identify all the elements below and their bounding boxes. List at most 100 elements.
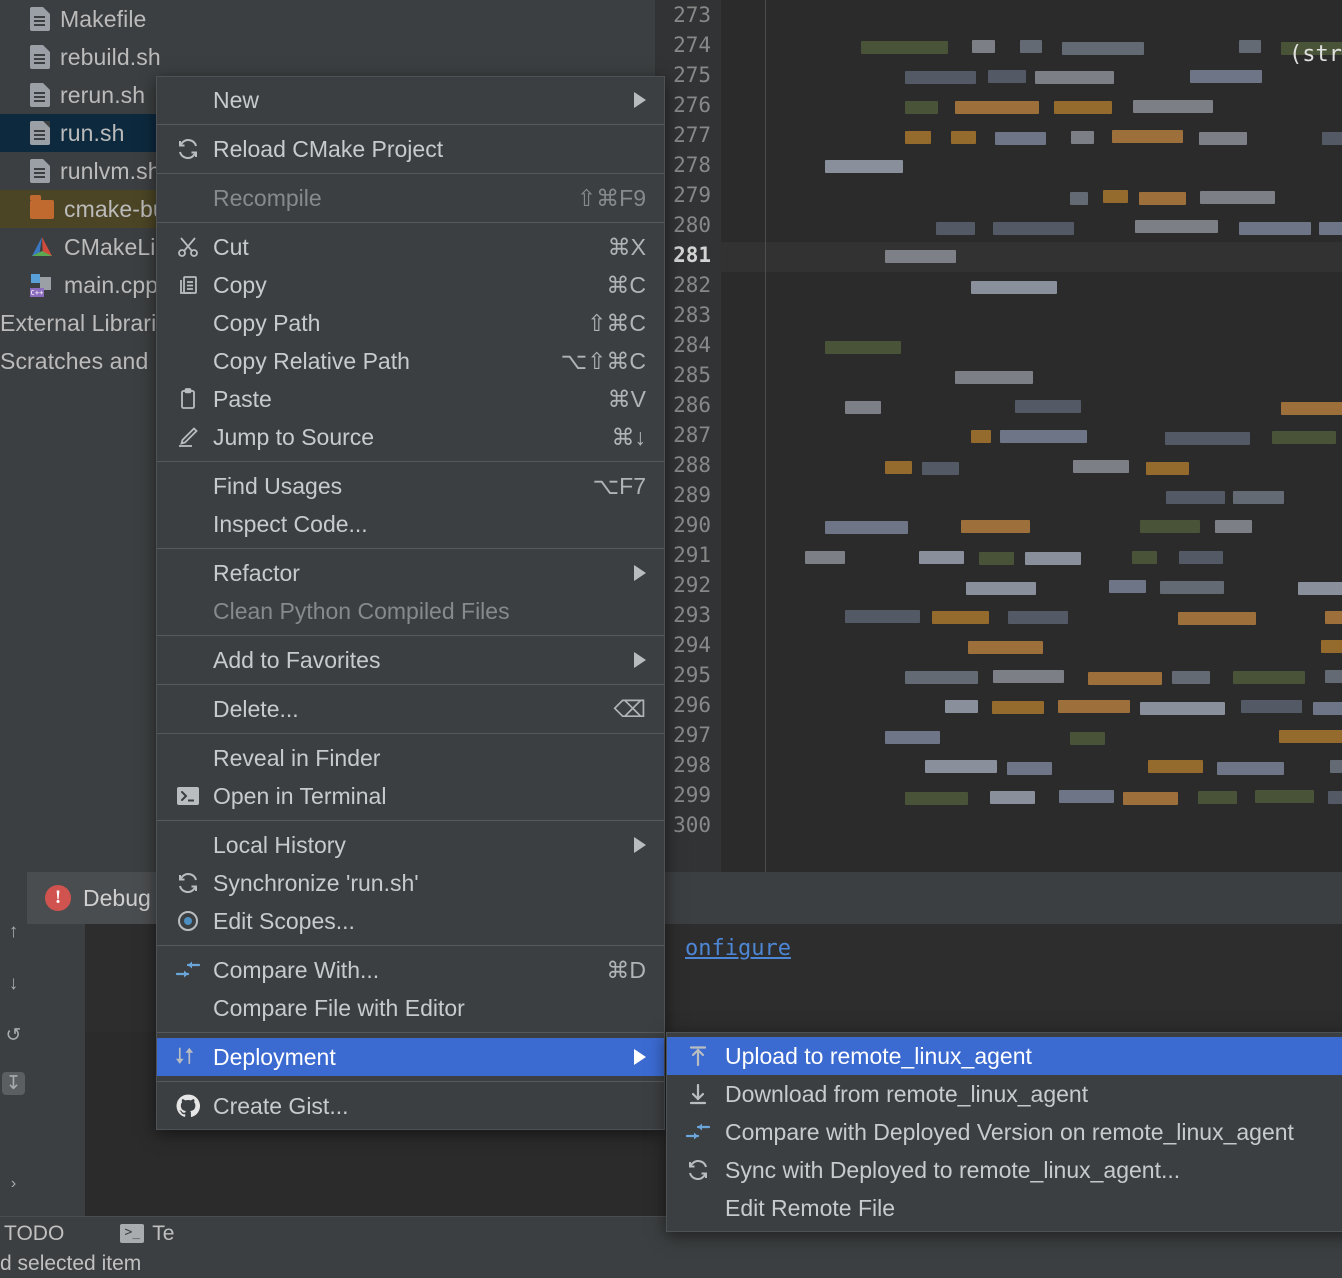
menu-separator [157, 548, 664, 549]
menu-item-deployment[interactable]: Deployment [157, 1038, 664, 1076]
menu-item-inspect-code[interactable]: Inspect Code... [157, 505, 664, 543]
line-number: 273 [673, 3, 711, 27]
menu-item-shortcut: ⌘X [607, 233, 646, 260]
menu-item-shortcut: ⌥⇧⌘C [560, 347, 646, 374]
menu-item-local-history[interactable]: Local History [157, 826, 664, 864]
chevron-right-icon [634, 1049, 646, 1065]
menu-item-label: Add to Favorites [213, 646, 381, 673]
menu-item-paste[interactable]: Paste ⌘V [157, 380, 664, 418]
file-icon [30, 121, 50, 145]
submenu-item-edit-remote-file[interactable]: Edit Remote File [667, 1189, 1342, 1227]
menu-item-recompile: Recompile ⇧⌘F9 [157, 179, 664, 217]
file-context-menu[interactable]: New Reload CMake Project Recompile ⇧⌘F9 Cut ⌘… [156, 76, 665, 1130]
menu-item-label: Synchronize 'run.sh' [213, 869, 419, 896]
code-token-blurred [1070, 192, 1088, 205]
submenu-item-compare-with-deployed-version-on-remote-linux-agent[interactable]: Compare with Deployed Version on remote_… [667, 1113, 1342, 1151]
step-up-icon[interactable]: ↑ [2, 920, 25, 943]
code-token-blurred [1178, 612, 1256, 625]
menu-separator [157, 635, 664, 636]
menu-item-label: Find Usages [213, 472, 343, 499]
status-item-todo-label: TODO [4, 1221, 65, 1245]
folder-icon [30, 194, 54, 219]
status-item-todo[interactable]: TODO [4, 1222, 64, 1246]
menu-item-shortcut: ⌥F7 [592, 472, 646, 499]
code-token-blurred [979, 552, 1014, 565]
menu-item-clean-python-compiled-files: Clean Python Compiled Files [157, 592, 664, 630]
submenu-item-download-from-remote-linux-agent[interactable]: Download from remote_linux_agent [667, 1075, 1342, 1113]
console-configure-link[interactable]: onfigure [685, 936, 791, 961]
menu-item-cut[interactable]: Cut ⌘X [157, 228, 664, 266]
menu-item-compare-with[interactable]: Compare With... ⌘D [157, 951, 664, 989]
menu-item-label: Compare With... [213, 956, 380, 983]
code-token-blurred [990, 791, 1035, 804]
rerun-icon[interactable]: ↺ [2, 1024, 25, 1047]
tree-item-makefile[interactable]: Makefile [0, 0, 200, 38]
code-token-blurred [1233, 671, 1305, 684]
download-icon[interactable]: ↧ [2, 1072, 25, 1095]
terminal-icon: >_ [120, 1224, 145, 1243]
cmake-icon [30, 235, 54, 259]
reload-icon [175, 136, 201, 162]
step-down-icon[interactable]: ↓ [2, 972, 25, 995]
code-token-blurred [925, 760, 997, 773]
code-token-blurred [971, 281, 1057, 294]
code-token-blurred [1059, 790, 1114, 803]
menu-item-delete[interactable]: Delete... ⌫ [157, 690, 664, 728]
code-token-blurred [1199, 132, 1247, 145]
menu-item-find-usages[interactable]: Find Usages ⌥F7 [157, 467, 664, 505]
menu-item-copy-relative-path[interactable]: Copy Relative Path ⌥⇧⌘C [157, 342, 664, 380]
code-token-blurred [1140, 520, 1200, 533]
menu-item-edit-scopes[interactable]: Edit Scopes... [157, 902, 664, 940]
code-token-blurred [951, 131, 976, 144]
menu-item-reveal-in-finder[interactable]: Reveal in Finder [157, 739, 664, 777]
menu-separator [157, 1081, 664, 1082]
menu-item-copy-path[interactable]: Copy Path ⇧⌘C [157, 304, 664, 342]
code-token-blurred [905, 671, 978, 684]
code-token-blurred [1241, 700, 1302, 713]
menu-item-add-to-favorites[interactable]: Add to Favorites [157, 641, 664, 679]
menu-item-jump-to-source[interactable]: Jump to Source ⌘↓ [157, 418, 664, 456]
tree-item-rebuild-sh[interactable]: rebuild.sh [0, 38, 200, 76]
menu-item-compare-file-with-editor[interactable]: Compare File with Editor [157, 989, 664, 1027]
menu-item-label: Clean Python Compiled Files [213, 597, 510, 624]
submenu-item-sync-with-deployed-to-remote-linux-agent[interactable]: Sync with Deployed to remote_linux_agent… [667, 1151, 1342, 1189]
submenu-item-upload-to-remote-linux-agent[interactable]: Upload to remote_linux_agent [667, 1037, 1342, 1075]
menu-item-reload-cmake-project[interactable]: Reload CMake Project [157, 130, 664, 168]
code-token-blurred [1007, 762, 1052, 775]
code-token-blurred [919, 551, 964, 564]
menu-item-label: Delete... [213, 695, 299, 722]
code-token-blurred [885, 461, 912, 474]
menu-item-copy[interactable]: Copy ⌘C [157, 266, 664, 304]
menu-item-open-in-terminal[interactable]: Open in Terminal [157, 777, 664, 815]
deployment-submenu[interactable]: Upload to remote_linux_agent Download fro… [666, 1032, 1342, 1232]
code-token-blurred [1239, 40, 1261, 53]
scissors-icon [175, 234, 201, 260]
menu-item-refactor[interactable]: Refactor [157, 554, 664, 592]
status-item-terminal[interactable]: >_ Te [120, 1222, 174, 1246]
code-token-blurred [1112, 130, 1183, 143]
menu-item-create-gist[interactable]: Create Gist... [157, 1087, 664, 1125]
terminal-icon [175, 783, 201, 809]
menu-separator [157, 733, 664, 734]
code-token-blurred [1190, 70, 1262, 83]
expand-icon[interactable]: › [2, 1172, 25, 1195]
code-token-blurred [1132, 551, 1157, 564]
code-token-blurred [905, 101, 938, 114]
menu-item-label: Edit Scopes... [213, 907, 355, 934]
code-token-blurred [936, 222, 975, 235]
menu-item-label: Copy [213, 271, 267, 298]
reload-icon [685, 1157, 711, 1183]
tree-item-label: run.sh [60, 119, 125, 146]
code-token-blurred [1133, 100, 1213, 113]
editor-code-area[interactable] [785, 0, 1342, 872]
menu-item-synchronize-run-sh[interactable]: Synchronize 'run.sh' [157, 864, 664, 902]
code-editor[interactable]: 273 274 275 276 277 278 279 280 281 282 283 284 285 2… [655, 0, 1342, 872]
code-token-blurred [1328, 791, 1342, 804]
code-token-blurred [1062, 42, 1144, 55]
target-icon [175, 908, 201, 934]
menu-item-shortcut: ⌘D [606, 956, 646, 983]
code-token-blurred [885, 731, 940, 744]
menu-item-new[interactable]: New [157, 81, 664, 119]
menu-item-label: Inspect Code... [213, 510, 368, 537]
code-token-blurred [1103, 190, 1128, 203]
